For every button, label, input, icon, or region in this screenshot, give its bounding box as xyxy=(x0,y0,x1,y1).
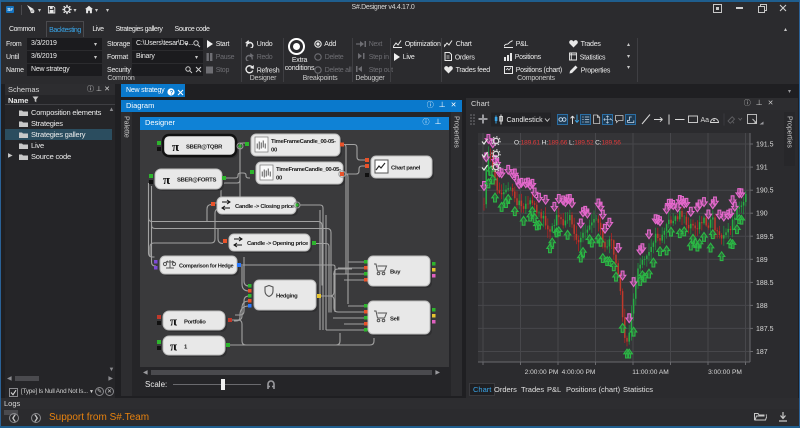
svg-text:Chart panel: Chart panel xyxy=(391,166,421,172)
svg-text:Candle -> Opening price: Candle -> Opening price xyxy=(247,241,309,247)
svg-text:3:00:00 PM: 3:00:00 PM xyxy=(708,369,742,376)
svg-text:Comparison for Hedge: Comparison for Hedge xyxy=(179,264,233,270)
svg-text:191: 191 xyxy=(756,165,768,172)
svg-text:00: 00 xyxy=(271,148,278,154)
svg-text:187: 187 xyxy=(756,349,768,356)
svg-text:Hedging: Hedging xyxy=(276,294,298,300)
svg-text:189: 189 xyxy=(756,257,768,264)
svg-text:Candlestick: Candlestick xyxy=(507,117,544,124)
svg-text:SBER@FORTS: SBER@FORTS xyxy=(177,178,216,184)
svg-text:4:00:00 PM: 4:00:00 PM xyxy=(562,369,596,376)
svg-text:Portfolio: Portfolio xyxy=(184,320,206,326)
svg-text:SBER@TQBR: SBER@TQBR xyxy=(186,145,223,151)
svg-text:Aa: Aa xyxy=(701,117,710,124)
svg-text:188: 188 xyxy=(756,303,768,310)
svg-text:Buy: Buy xyxy=(390,270,401,276)
svg-text:190: 190 xyxy=(756,211,768,218)
svg-text:Candle -> Closing price: Candle -> Closing price xyxy=(235,204,295,210)
svg-text:190.5: 190.5 xyxy=(756,188,774,195)
svg-text:11:00:00 AM: 11:00:00 AM xyxy=(632,369,669,376)
svg-text:?: ? xyxy=(170,90,174,96)
svg-text:TimeFrameCandle_00-05-: TimeFrameCandle_00-05- xyxy=(276,167,341,173)
svg-text:191.5: 191.5 xyxy=(756,142,774,149)
svg-text:Sell: Sell xyxy=(390,317,400,323)
svg-text:189.5: 189.5 xyxy=(756,234,774,241)
svg-text:O:189.61 H:189.66 L:189.52: O:189.61 H:189.66 L:189.52 C:189.56 xyxy=(514,140,621,147)
svg-text:187.5: 187.5 xyxy=(756,326,774,333)
svg-text:TimeFrameCandle_00-05-: TimeFrameCandle_00-05- xyxy=(271,139,336,145)
svg-text:188.5: 188.5 xyxy=(756,280,774,287)
svg-text:00: 00 xyxy=(276,176,283,182)
svg-text:2:00:00 PM: 2:00:00 PM xyxy=(525,369,559,376)
